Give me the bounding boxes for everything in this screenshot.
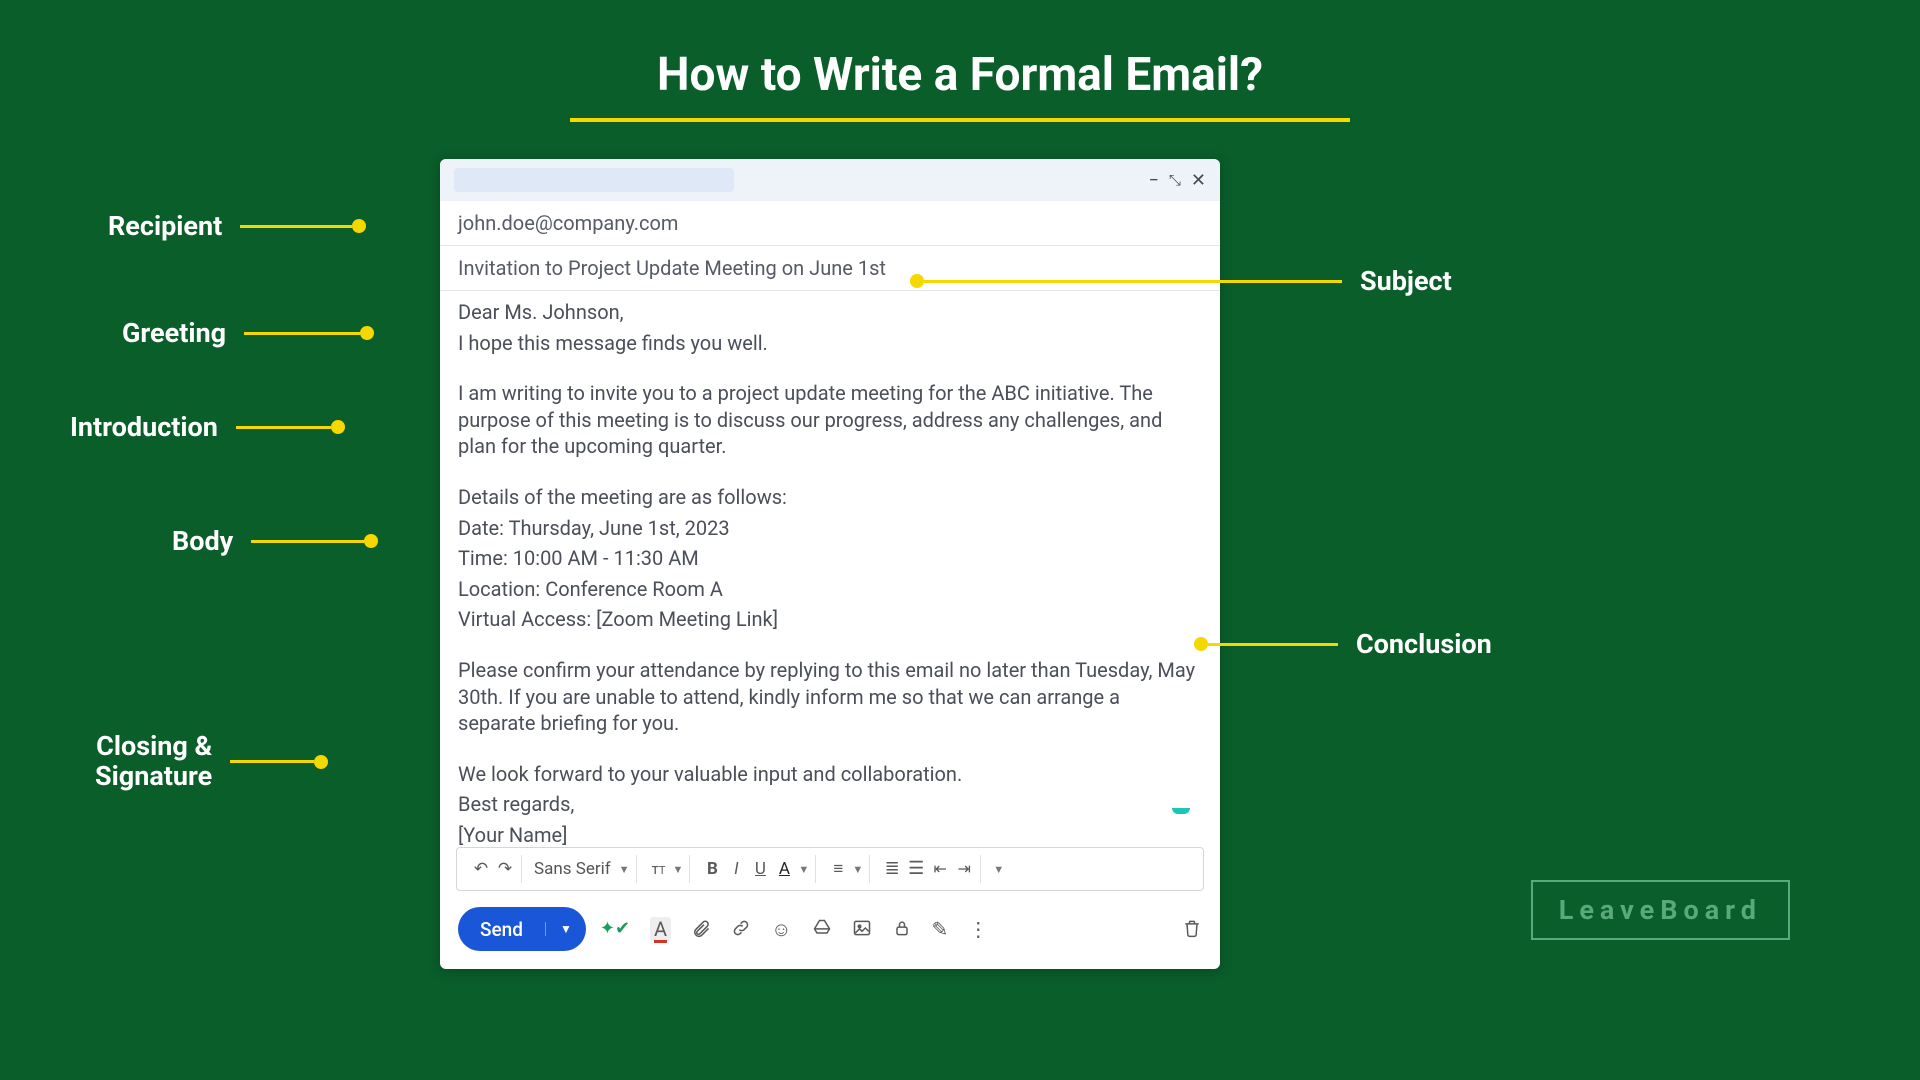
image-icon[interactable] — [852, 918, 872, 941]
text-color-tool-icon[interactable]: A — [650, 917, 671, 941]
font-size-icon[interactable]: тT — [649, 862, 669, 877]
minimize-icon[interactable]: − — [1149, 170, 1159, 191]
callout-introduction: Introduction — [70, 411, 345, 443]
title-underline — [570, 118, 1350, 122]
confidential-icon[interactable] — [892, 918, 912, 941]
greeting-line-1: Dear Ms. Johnson, — [458, 299, 1202, 326]
drive-icon[interactable] — [812, 918, 832, 941]
closing-line-2: Best regards, — [458, 791, 1202, 818]
attachment-icon[interactable] — [691, 918, 711, 941]
text-color-icon[interactable]: A — [774, 861, 794, 878]
body-date: Date: Thursday, June 1st, 2023 — [458, 515, 1202, 542]
spellcheck-icon[interactable]: ✦✔ — [600, 920, 630, 938]
more-icon[interactable]: ⋮ — [968, 919, 988, 939]
pen-icon[interactable]: ✎ — [932, 919, 949, 939]
callout-conclusion: Conclusion — [1194, 628, 1492, 660]
chevron-down-icon[interactable]: ▼ — [993, 863, 1004, 876]
greeting-line-2: I hope this message finds you well. — [458, 330, 1202, 357]
formatting-toolbar: ↶ ↷ Sans Serif ▼ тT ▼ B I U A ▼ ≡ ▼ ≣ ☰ … — [456, 847, 1204, 891]
close-icon[interactable]: ✕ — [1191, 170, 1206, 191]
callout-label: Recipient — [108, 210, 222, 242]
bottom-bar: Send ▼ ✦✔ A ☺ ✎ ⋮ — [440, 899, 1220, 969]
chevron-down-icon[interactable]: ▼ — [673, 863, 684, 876]
font-family-select[interactable]: Sans Serif — [534, 859, 611, 879]
window-title-placeholder — [454, 168, 734, 192]
collapse-icon[interactable]: ⤡ — [1169, 171, 1181, 189]
send-options-icon[interactable]: ▼ — [545, 922, 586, 936]
send-button[interactable]: Send ▼ — [458, 907, 586, 951]
closing-line-3: [Your Name] — [458, 822, 1202, 847]
indent-more-icon[interactable]: ⇥ — [954, 861, 974, 877]
send-button-label: Send — [458, 918, 545, 941]
callout-recipient: Recipient — [108, 210, 366, 242]
chevron-down-icon[interactable]: ▼ — [619, 863, 630, 876]
numbered-list-icon[interactable]: ≣ — [882, 860, 902, 878]
callout-closing: Closing & Signature — [95, 732, 328, 791]
emoji-icon[interactable]: ☺ — [771, 919, 791, 939]
underline-icon[interactable]: U — [750, 861, 770, 878]
italic-icon[interactable]: I — [726, 861, 746, 878]
callout-body: Body — [172, 525, 378, 557]
body-virtual: Virtual Access: [Zoom Meeting Link] — [458, 606, 1202, 633]
link-icon[interactable] — [731, 918, 751, 941]
window-controls: − ⤡ ✕ — [1149, 170, 1206, 191]
bold-icon[interactable]: B — [702, 861, 722, 878]
redo-icon[interactable]: ↷ — [495, 861, 515, 878]
callout-label: Introduction — [70, 411, 218, 443]
page-title: How to Write a Formal Email? — [657, 48, 1263, 102]
email-body[interactable]: Dear Ms. Johnson, I hope this message fi… — [440, 291, 1220, 847]
bullet-list-icon[interactable]: ☰ — [906, 860, 926, 878]
trash-icon[interactable] — [1182, 918, 1202, 941]
conclusion-paragraph: Please confirm your attendance by replyi… — [458, 657, 1202, 737]
recipient-field[interactable]: john.doe@company.com — [440, 201, 1220, 246]
body-location: Location: Conference Room A — [458, 576, 1202, 603]
callout-label: Body — [172, 525, 233, 557]
window-header: − ⤡ ✕ — [440, 159, 1220, 201]
brand-logo: LeaveBoard — [1531, 880, 1790, 940]
body-header: Details of the meeting are as follows: — [458, 484, 1202, 511]
introduction-paragraph: I am writing to invite you to a project … — [458, 380, 1202, 460]
callout-label: Subject — [1360, 265, 1452, 297]
closing-line-1: We look forward to your valuable input a… — [458, 761, 1202, 788]
chevron-down-icon[interactable]: ▼ — [852, 863, 863, 876]
callout-label: Greeting — [122, 317, 226, 349]
callout-subject: Subject — [910, 265, 1452, 297]
callout-label: Closing & Signature — [95, 732, 212, 791]
body-time: Time: 10:00 AM - 11:30 AM — [458, 545, 1202, 572]
indent-less-icon[interactable]: ⇤ — [930, 861, 950, 877]
undo-icon[interactable]: ↶ — [471, 861, 491, 878]
chevron-down-icon[interactable]: ▼ — [798, 863, 809, 876]
align-icon[interactable]: ≡ — [828, 861, 848, 878]
callout-label: Conclusion — [1356, 628, 1492, 660]
callout-greeting: Greeting — [122, 317, 374, 349]
